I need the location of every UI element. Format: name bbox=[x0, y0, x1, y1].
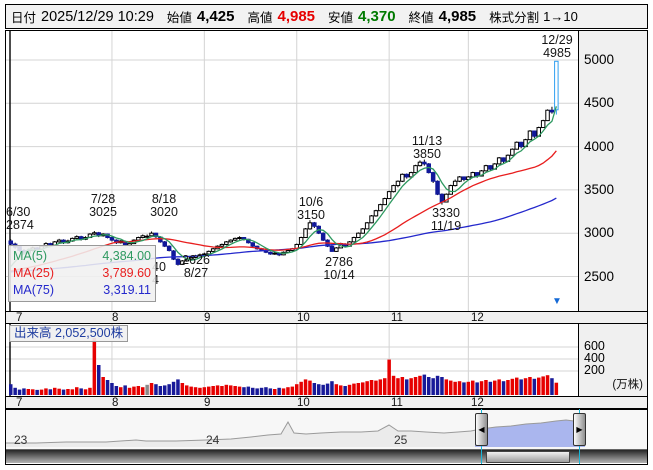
month-axis-main: 7 8 9 10 11 12 bbox=[6, 311, 647, 324]
navigator-year-label: 24 bbox=[206, 433, 219, 447]
navigator-right-handle[interactable]: ▶ bbox=[573, 413, 586, 446]
month-tick-label: 12 bbox=[471, 312, 484, 324]
ma5-value: 4,384.00 bbox=[102, 248, 151, 265]
scrollbar-thumb[interactable] bbox=[486, 451, 570, 463]
navigator-year-label: 23 bbox=[14, 433, 27, 447]
price-tick-label: 5000 bbox=[584, 52, 614, 67]
price-tick-label: 3500 bbox=[584, 182, 614, 197]
price-tick-label: 3000 bbox=[584, 225, 614, 240]
ma75-value: 3,319.11 bbox=[103, 282, 151, 299]
month-tick-label: 9 bbox=[204, 312, 210, 324]
close-label: 終値 bbox=[409, 7, 434, 26]
price-annotation: 12/29 4985 bbox=[541, 34, 572, 59]
price-tick-label: 2500 bbox=[584, 269, 614, 284]
stock-split-label: 株式分割 bbox=[489, 7, 539, 26]
high-label: 高値 bbox=[247, 7, 272, 26]
navigator-area-chart bbox=[6, 410, 647, 450]
volume-axis: (万株) 600400200 bbox=[578, 324, 647, 396]
navigator-left-handle[interactable]: ◀ bbox=[475, 413, 488, 446]
stock-chart-widget: 日付 2025/12/29 10:29 始値 4,425 高値 4,985 安値… bbox=[0, 0, 653, 470]
volume-tick-label: 200 bbox=[584, 363, 605, 377]
price-chart-pane[interactable]: 6/30 28747/28 30258/18 302040 42626 8/27… bbox=[6, 30, 578, 311]
date-value: 2025/12/29 10:29 bbox=[41, 9, 154, 25]
month-tick-label: 10 bbox=[297, 397, 310, 409]
month-tick-label: 11 bbox=[391, 312, 403, 324]
date-label: 日付 bbox=[11, 7, 36, 26]
candle-series bbox=[9, 61, 558, 265]
month-tick-label: 8 bbox=[112, 312, 118, 324]
volume-pane[interactable]: 出来高 2,052,500株 bbox=[6, 324, 578, 396]
month-tick-label: 7 bbox=[16, 312, 22, 324]
low-label: 安値 bbox=[328, 7, 353, 26]
low-value: 4,370 bbox=[358, 8, 396, 25]
month-tick-label: 8 bbox=[112, 397, 118, 409]
ma5-label: MA(5) bbox=[13, 248, 47, 265]
price-annotation: 7/28 3025 bbox=[89, 193, 117, 218]
month-tick-label: 12 bbox=[471, 397, 484, 409]
price-tick-label: 4500 bbox=[584, 95, 614, 110]
ma25-label: MA(25) bbox=[13, 265, 54, 282]
month-axis-volume: 7 8 9 10 11 12 bbox=[6, 396, 647, 409]
month-tick-label: 10 bbox=[297, 312, 310, 324]
price-annotation: 3330 11/19 bbox=[431, 207, 461, 232]
price-annotation: 8/18 3020 bbox=[150, 193, 178, 218]
ma25-value: 3,789.60 bbox=[102, 265, 151, 282]
navigator-year-label: 25 bbox=[394, 433, 407, 447]
ma5-line bbox=[11, 106, 557, 266]
price-annotation: 2626 8/27 bbox=[182, 254, 210, 279]
month-tick-label: 11 bbox=[391, 397, 403, 409]
price-annotation: 10/6 3150 bbox=[297, 196, 325, 221]
ma-legend: MA(5) 4,384.00 MA(25) 3,789.60 MA(75) 3,319… bbox=[8, 245, 156, 302]
price-annotation: 11/13 3850 bbox=[412, 135, 442, 160]
volume-unit-label: (万株) bbox=[612, 376, 643, 392]
price-annotation: 2786 10/14 bbox=[323, 256, 354, 281]
price-annotation: 6/30 2874 bbox=[6, 206, 34, 231]
high-value: 4,985 bbox=[277, 8, 315, 25]
current-day-marker-icon: ▼ bbox=[552, 297, 562, 307]
volume-readout: 出来高 2,052,500株 bbox=[9, 325, 128, 342]
ma75-label: MA(75) bbox=[13, 282, 54, 299]
open-value: 4,425 bbox=[197, 8, 235, 25]
price-axis: 5000 4500 4000 3500 3000 2500 bbox=[578, 30, 647, 311]
range-navigator[interactable]: 23 24 25 ◀ ▶ bbox=[6, 409, 647, 449]
stock-split-value: 1→10 bbox=[543, 9, 578, 24]
price-tick-label: 4000 bbox=[584, 139, 614, 154]
open-label: 始値 bbox=[167, 7, 192, 26]
close-value: 4,985 bbox=[439, 8, 477, 25]
month-tick-label: 7 bbox=[16, 397, 22, 409]
quote-header: 日付 2025/12/29 10:29 始値 4,425 高値 4,985 安値… bbox=[5, 4, 648, 29]
scrollbar-track[interactable] bbox=[6, 449, 647, 463]
month-tick-label: 9 bbox=[204, 397, 210, 409]
